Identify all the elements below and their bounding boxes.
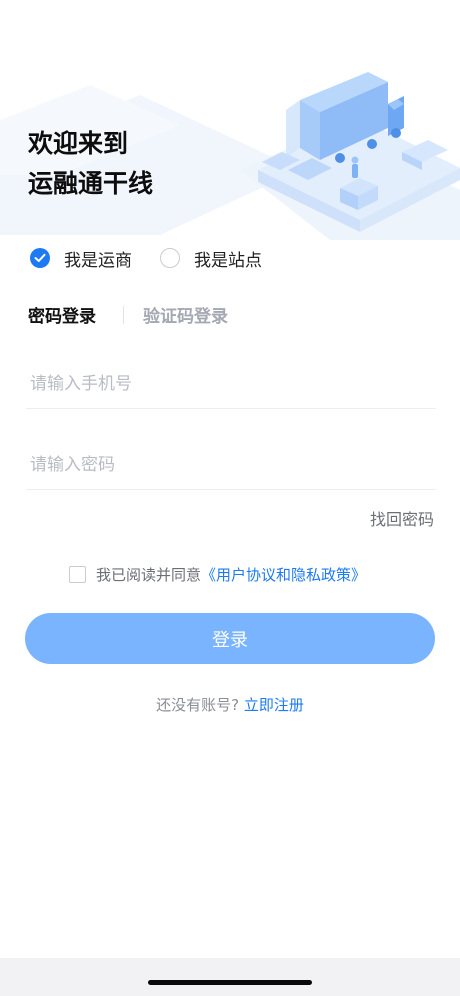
role-option-carrier[interactable]: 我是运商 [30,244,132,272]
welcome-title: 欢迎来到 运融通干线 [28,124,153,204]
agreement-checkbox[interactable] [69,565,86,583]
tab-divider [123,306,124,324]
agreement-text: 我已阅读并同意 [96,565,202,584]
tab-code-login[interactable]: 验证码登录 [143,302,228,327]
password-field [26,437,436,490]
radio-empty-icon[interactable] [160,248,180,268]
checkmark-icon[interactable] [30,248,50,268]
tab-password-login[interactable]: 密码登录 [28,302,96,327]
password-input[interactable] [28,449,432,481]
forgot-password-link[interactable]: 找回密码 [370,506,434,530]
hero-banner [0,0,460,240]
welcome-line-1: 欢迎来到 [28,129,129,158]
agreement-link[interactable]: 《用户协议和隐私政策》 [201,564,366,585]
welcome-line-2: 运融通干线 [28,169,154,198]
role-option-station[interactable]: 我是站点 [160,244,262,272]
delivery-truck-illustration [0,72,460,240]
agreement-row: 我已阅读并同意 《用户协议和隐私政策》 [69,562,366,586]
role-label-carrier: 我是运商 [64,250,132,271]
login-button[interactable]: 登录 [25,613,435,664]
home-indicator-area [0,958,460,996]
role-label-station: 我是站点 [194,250,262,271]
register-row: 还没有账号? 立即注册 [0,694,460,715]
register-link[interactable]: 立即注册 [244,696,304,714]
home-indicator[interactable] [148,980,312,985]
register-question: 还没有账号? [156,696,240,714]
phone-input[interactable] [28,368,432,400]
phone-field [26,356,436,409]
